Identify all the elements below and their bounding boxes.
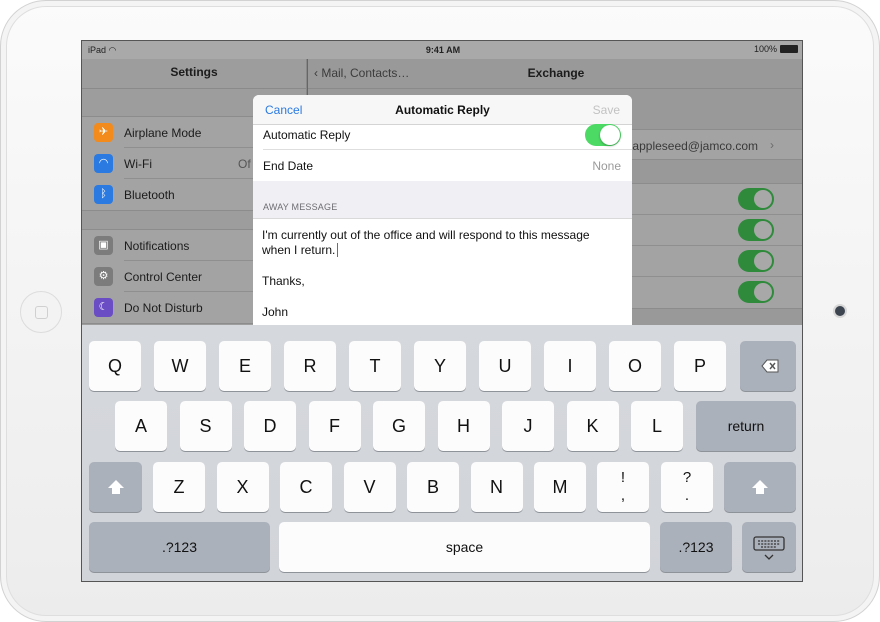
notifications-icon: ▣ — [94, 236, 113, 255]
return-key[interactable]: return — [696, 401, 796, 451]
key-q[interactable]: Q — [89, 341, 141, 391]
status-bar: iPad ◠ 9:41 AM 100% — [82, 41, 802, 59]
end-date-label: End Date — [263, 159, 314, 173]
sync-toggle[interactable] — [738, 188, 774, 210]
section-header-label: AWAY MESSAGE — [263, 202, 338, 212]
automatic-reply-label: Automatic Reply — [263, 128, 351, 142]
account-email: appleseed@jamco.com — [632, 139, 758, 153]
chevron-right-icon: › — [770, 138, 774, 152]
message-line: I'm currently out of the office and will… — [262, 228, 590, 242]
sidebar-item-label: Do Not Disturb — [124, 301, 203, 315]
away-message-header: AWAY MESSAGE — [253, 181, 632, 219]
numbers-key-right[interactable]: .?123 — [660, 522, 732, 572]
sync-toggle[interactable] — [738, 281, 774, 303]
question-period-key[interactable]: ?. — [661, 462, 713, 512]
key-g[interactable]: G — [373, 401, 425, 451]
key-u[interactable]: U — [479, 341, 531, 391]
key-f[interactable]: F — [308, 401, 361, 451]
sidebar-title: Settings — [82, 59, 306, 89]
sidebar-item-value: Of — [238, 157, 251, 171]
space-key[interactable]: space — [279, 522, 650, 572]
keyboard-dismiss-icon — [753, 536, 785, 560]
message-line: John — [262, 305, 289, 319]
key-x[interactable]: X — [216, 462, 269, 512]
moon-icon: ☾ — [94, 298, 113, 317]
automatic-reply-modal: Cancel Automatic Reply Save Automatic Re… — [253, 95, 632, 325]
save-button[interactable]: Save — [593, 103, 620, 117]
key-t[interactable]: T — [349, 341, 401, 391]
shift-arrow-icon — [107, 480, 124, 494]
screen: iPad ◠ 9:41 AM 100% Settings ✈ Airplane M… — [81, 40, 803, 582]
status-time: 9:41 AM — [425, 45, 461, 55]
key-d[interactable]: D — [244, 401, 296, 451]
modal-title: Automatic Reply — [395, 103, 490, 117]
control-center-icon: ⚙ — [94, 267, 113, 286]
key-r[interactable]: R — [284, 341, 336, 391]
key-n[interactable]: N — [470, 462, 523, 512]
backspace-icon — [761, 359, 779, 373]
numbers-key-left[interactable]: .?123 — [89, 522, 270, 572]
end-date-value: None — [592, 159, 621, 173]
key-l[interactable]: L — [631, 401, 683, 451]
modal-nav-bar: Cancel Automatic Reply Save — [253, 95, 632, 125]
end-date-row[interactable]: End Date None — [253, 150, 632, 181]
key-j[interactable]: J — [502, 401, 554, 451]
bluetooth-icon: ᛒ — [94, 185, 113, 204]
key-b[interactable]: B — [407, 462, 459, 512]
sidebar-item-label: Bluetooth — [124, 188, 175, 202]
key-z[interactable]: Z — [153, 462, 205, 512]
automatic-reply-toggle[interactable] — [585, 124, 621, 146]
wifi-icon: ◠ — [94, 154, 113, 173]
key-p[interactable]: P — [674, 341, 726, 391]
message-line: when I return. — [262, 243, 336, 257]
home-button[interactable] — [20, 291, 62, 333]
delete-key[interactable] — [740, 341, 796, 391]
shift-arrow-icon — [752, 480, 768, 494]
key-i[interactable]: I — [544, 341, 596, 391]
key-c[interactable]: C — [280, 462, 332, 512]
key-k[interactable]: K — [566, 401, 619, 451]
key-m[interactable]: M — [534, 462, 586, 512]
automatic-reply-row: Automatic Reply — [253, 124, 632, 150]
sync-toggle[interactable] — [738, 219, 774, 241]
exclaim-comma-key[interactable]: !, — [597, 462, 649, 512]
key-y[interactable]: Y — [414, 341, 466, 391]
shift-key-right[interactable] — [724, 462, 796, 512]
camera-icon — [835, 306, 845, 316]
sidebar-item-label: Control Center — [124, 270, 203, 284]
key-o[interactable]: O — [609, 341, 661, 391]
dismiss-keyboard-key[interactable] — [742, 522, 796, 572]
text-cursor — [337, 243, 339, 257]
away-message-textarea[interactable]: I'm currently out of the office and will… — [253, 219, 632, 320]
shift-key-left[interactable] — [89, 462, 142, 512]
detail-title: Exchange — [527, 66, 585, 80]
key-w[interactable]: W — [154, 341, 206, 391]
battery-percent: 100% — [753, 44, 777, 54]
key-a[interactable]: A — [115, 401, 167, 451]
on-screen-keyboard: return !, ?. .?123 space .?123 QWERTYUIO… — [82, 325, 802, 581]
key-v[interactable]: V — [343, 462, 396, 512]
sync-toggle[interactable] — [738, 250, 774, 272]
sidebar-item-label: Airplane Mode — [124, 126, 202, 140]
key-s[interactable]: S — [179, 401, 232, 451]
sidebar-item-label: Wi-Fi — [124, 157, 152, 171]
airplane-icon: ✈ — [94, 123, 113, 142]
battery-icon — [780, 45, 798, 53]
key-h[interactable]: H — [437, 401, 490, 451]
key-e[interactable]: E — [219, 341, 271, 391]
detail-nav-bar: ‹ Mail, Contacts… Exchange — [308, 59, 802, 89]
sidebar-item-label: Notifications — [124, 239, 190, 253]
ipad-device: iPad ◠ 9:41 AM 100% Settings ✈ Airplane M… — [0, 0, 880, 622]
message-line: Thanks, — [262, 274, 305, 288]
